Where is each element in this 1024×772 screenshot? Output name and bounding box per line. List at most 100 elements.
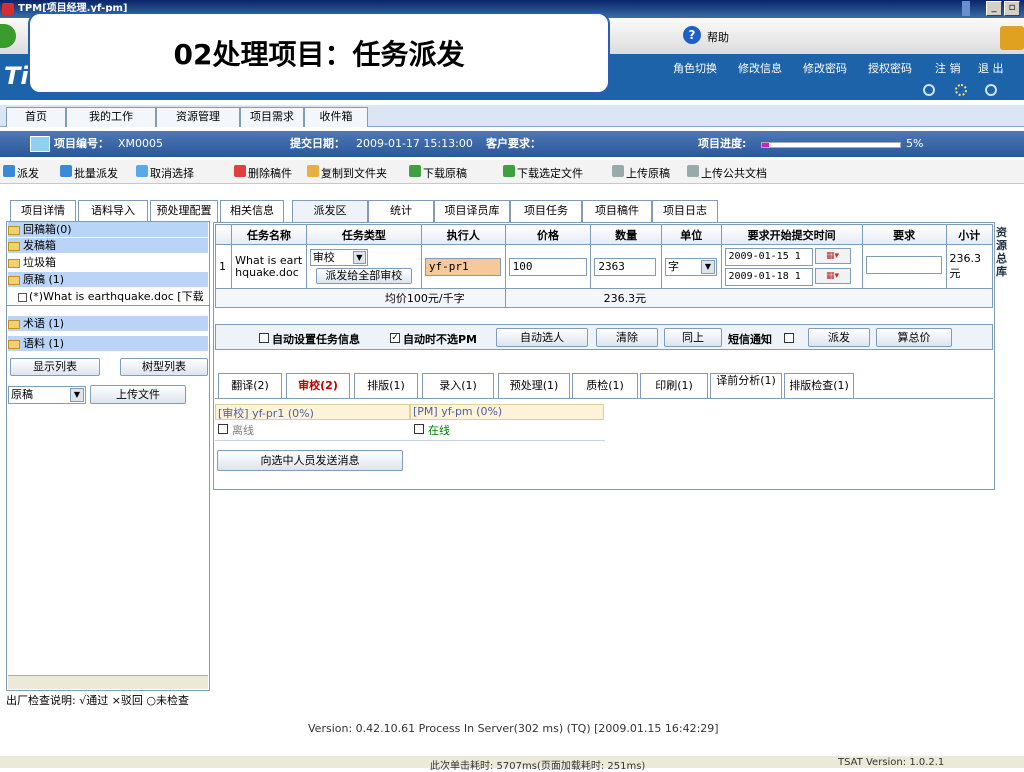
- search-icon[interactable]: [923, 84, 935, 96]
- calendar-icon[interactable]: ▦▾: [814, 267, 851, 284]
- help-icon[interactable]: ?: [683, 26, 701, 44]
- clear-button[interactable]: 清除: [596, 328, 658, 347]
- start-date-input[interactable]: 2009-01-15 1: [724, 247, 813, 266]
- restore-button[interactable]: ▫: [1004, 1, 1020, 16]
- horizontal-scrollbar[interactable]: [8, 675, 208, 689]
- subtab-layout-check[interactable]: 排版检查(1): [784, 373, 854, 398]
- dispatch-all-button[interactable]: 派发给全部审校: [315, 268, 412, 284]
- tab-preprocess-config[interactable]: 预处理配置: [150, 200, 218, 222]
- tree-item-file[interactable]: (*)What is earthquake.doc [下载: [18, 289, 208, 304]
- link-auth-password[interactable]: 授权密码: [868, 60, 912, 76]
- subtab-translate[interactable]: 翻译(2): [218, 373, 282, 398]
- unit-select[interactable]: 字 ▼: [664, 257, 717, 276]
- auto-info-label: 自动设置任务信息: [272, 333, 360, 346]
- action-upload-source[interactable]: 上传原稿: [626, 165, 670, 181]
- tree-item-corpus[interactable]: 语料 (1): [8, 336, 208, 351]
- tree-item-return-box[interactable]: 回稿箱(0): [8, 222, 208, 237]
- nav-tab-my-work[interactable]: 我的工作: [66, 107, 156, 127]
- quantity-input[interactable]: 2363: [594, 257, 657, 276]
- col-requirement: 要求: [861, 224, 947, 245]
- chevron-down-icon[interactable]: ▼: [700, 259, 715, 274]
- upload-file-button[interactable]: 上传文件: [90, 385, 186, 404]
- subtab-review[interactable]: 审校(2): [286, 373, 350, 398]
- action-copy-to-folder[interactable]: 复制到文件夹: [321, 165, 387, 181]
- nav-tab-home[interactable]: 首页: [6, 107, 66, 127]
- tab-corpus-import[interactable]: 语料导入: [78, 200, 148, 222]
- auto-info-checkbox[interactable]: [259, 333, 269, 343]
- sun-icon[interactable]: [955, 84, 967, 96]
- requirement-input[interactable]: [865, 256, 942, 274]
- tree-item-source[interactable]: 原稿 (1): [8, 272, 208, 287]
- worker-pm-checkbox[interactable]: [414, 424, 424, 434]
- download-selected-icon: [503, 165, 515, 177]
- nav-tab-resources[interactable]: 资源管理: [156, 107, 240, 127]
- brand-logo: Ti: [4, 62, 29, 90]
- version-info: Version: 0.42.10.61 Process In Server(30…: [308, 722, 719, 735]
- end-date-input[interactable]: 2009-01-18 1: [724, 267, 813, 286]
- tab-statistics[interactable]: 统计: [368, 200, 434, 222]
- folder-icon: [8, 225, 20, 235]
- price-input[interactable]: 100: [508, 257, 587, 276]
- action-download-source[interactable]: 下载原稿: [423, 165, 467, 181]
- calc-total-button[interactable]: 算总价: [876, 328, 952, 347]
- task-type-select[interactable]: 审校 ▼: [309, 249, 368, 266]
- nav-tab-requirements[interactable]: 项目需求: [240, 107, 304, 127]
- media-icon[interactable]: [1000, 26, 1024, 50]
- slide-title-callout: 02处理项目：任务派发: [28, 12, 610, 94]
- link-exit[interactable]: 退 出: [978, 60, 1004, 76]
- auto-not-pm-checkbox[interactable]: ✓: [390, 333, 400, 343]
- draft-type-select[interactable]: 原稿 ▼: [8, 386, 86, 404]
- chevron-down-icon[interactable]: ▼: [352, 251, 366, 264]
- action-delete-draft[interactable]: 删除稿件: [248, 165, 292, 181]
- col-task-type: 任务类型: [305, 224, 422, 245]
- file-checkbox[interactable]: [18, 292, 27, 302]
- subtab-typesetting[interactable]: 排版(1): [354, 373, 418, 398]
- sms-checkbox[interactable]: [784, 333, 794, 343]
- dispatch-button[interactable]: 派发: [808, 328, 870, 347]
- chevron-down-icon[interactable]: ▼: [70, 388, 84, 402]
- link-switch-role[interactable]: 角色切换: [673, 60, 717, 76]
- tab-dispatch-area[interactable]: 派发区: [292, 200, 368, 222]
- tab-project-drafts[interactable]: 项目稿件: [582, 200, 652, 222]
- action-download-selected[interactable]: 下载选定文件: [517, 165, 583, 181]
- zoom-icon[interactable]: [985, 84, 997, 96]
- nav-tab-inbox[interactable]: 收件箱: [304, 107, 368, 127]
- resource-library-link[interactable]: 资源总库: [996, 226, 1012, 278]
- worker-review-checkbox[interactable]: [218, 424, 228, 434]
- tree-item-send-box[interactable]: 发稿箱: [8, 238, 208, 253]
- show-list-button[interactable]: 显示列表: [10, 358, 100, 376]
- tab-related-info[interactable]: 相关信息: [220, 200, 284, 222]
- executor-input[interactable]: yf-pr1: [424, 257, 501, 276]
- col-subtotal: 小计: [945, 224, 994, 245]
- folder-icon: [8, 275, 20, 285]
- link-change-password[interactable]: 修改密码: [803, 60, 847, 76]
- action-dispatch[interactable]: 派发: [17, 165, 39, 181]
- subtab-qa[interactable]: 质检(1): [572, 373, 638, 398]
- action-upload-public[interactable]: 上传公共文档: [701, 165, 767, 181]
- minimize-button[interactable]: _: [986, 1, 1002, 16]
- project-number: XM0005: [118, 137, 164, 150]
- subtab-input[interactable]: 录入(1): [422, 373, 494, 398]
- action-cancel-select[interactable]: 取消选择: [150, 165, 194, 181]
- tab-project-detail[interactable]: 项目详情: [10, 200, 76, 222]
- subtab-preprocess[interactable]: 预处理(1): [498, 373, 570, 398]
- link-logout[interactable]: 注 销: [935, 60, 961, 76]
- tab-project-log[interactable]: 项目日志: [652, 200, 718, 222]
- tab-translator-pool[interactable]: 项目译员库: [434, 200, 510, 222]
- help-label[interactable]: 帮助: [707, 29, 729, 45]
- tree-list-button[interactable]: 树型列表: [120, 358, 208, 376]
- tab-project-tasks[interactable]: 项目任务: [510, 200, 582, 222]
- action-batch-dispatch[interactable]: 批量派发: [74, 165, 118, 181]
- calendar-icon[interactable]: ▦▾: [814, 247, 851, 264]
- auto-select-button[interactable]: 自动选人: [496, 328, 588, 347]
- tree-item-trash[interactable]: 垃圾箱: [8, 255, 208, 270]
- send-message-button[interactable]: 向选中人员发送消息: [217, 450, 403, 471]
- subtab-print[interactable]: 印刷(1): [640, 373, 708, 398]
- unit-price: 均价100元/千字: [215, 288, 506, 308]
- tree-item-terms[interactable]: 术语 (1): [8, 316, 208, 331]
- total-price: 236.3元: [504, 288, 994, 308]
- col-price: 价格: [504, 224, 592, 245]
- same-above-button[interactable]: 同上: [664, 328, 722, 347]
- link-edit-info[interactable]: 修改信息: [738, 60, 782, 76]
- subtab-pre-analysis[interactable]: 译前分析(1): [710, 373, 782, 398]
